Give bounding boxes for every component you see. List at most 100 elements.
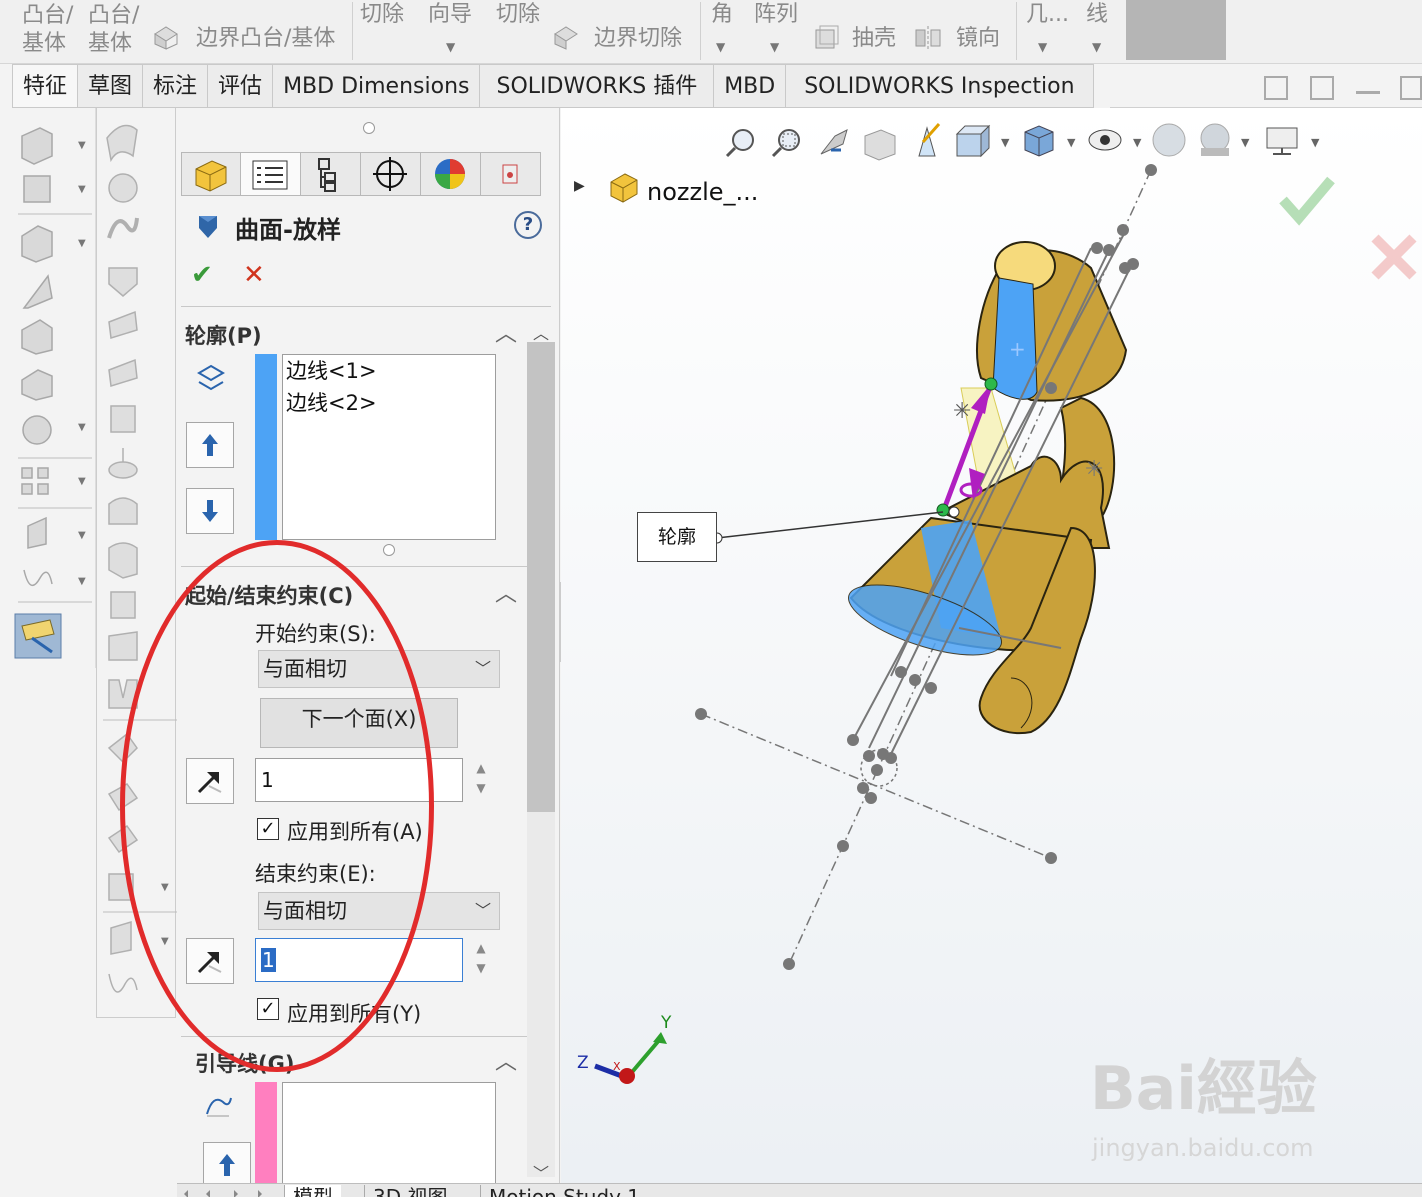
end-tangent-length-icon-button[interactable]: [186, 938, 234, 984]
restore-panel-icon[interactable]: [1264, 76, 1288, 100]
spin-down-icon[interactable]: ▼: [467, 778, 495, 798]
ribbon-pattern-button[interactable]: 阵列: [754, 2, 798, 28]
start-constraint-select[interactable]: 与面相切 ﹀: [258, 650, 500, 688]
ribbon-label: 阵列: [754, 2, 799, 27]
svg-text:▼: ▼: [161, 882, 169, 893]
profiles-list[interactable]: 边线<1> 边线<2>: [282, 354, 496, 540]
scrollbar-thumb[interactable]: [527, 342, 555, 812]
tab-solidworks-inspection[interactable]: SOLIDWORKS Inspection: [786, 64, 1094, 108]
hide-show-items-icon: [1088, 129, 1122, 151]
apply-all-start-label: 应用到所有(A): [287, 820, 423, 844]
tile-panel-icon[interactable]: [1310, 76, 1334, 100]
tree-expand-arrow-icon[interactable]: ▶: [574, 178, 585, 194]
next-face-button[interactable]: 下一个面(X): [260, 698, 458, 748]
help-icon[interactable]: ?: [514, 211, 542, 239]
ribbon-mirror-button[interactable]: 镜向: [956, 26, 1000, 52]
tab-markup[interactable]: 标注: [143, 64, 209, 108]
tab-motion-study[interactable]: Motion Study 1: [480, 1185, 648, 1197]
tab-mbd[interactable]: MBD: [714, 64, 787, 108]
guides-list[interactable]: [282, 1082, 496, 1192]
ribbon-fillet-button[interactable]: 角: [711, 2, 733, 28]
ribbon-reference-geometry-button[interactable]: 几...: [1026, 2, 1069, 28]
tab-3d-views[interactable]: 3D 视图: [364, 1185, 455, 1197]
start-tangent-length-input[interactable]: 1: [255, 758, 463, 802]
list-item[interactable]: 边线<2>: [283, 387, 495, 419]
scroll-up-icon[interactable]: ︿: [533, 320, 549, 344]
tab-label: 特征: [23, 74, 68, 99]
start-spinner[interactable]: ▲ ▼: [467, 758, 495, 802]
move-down-button[interactable]: [186, 488, 234, 534]
minimize-icon[interactable]: [1356, 76, 1380, 94]
ribbon-revolve-cut-button[interactable]: 切除: [496, 2, 540, 28]
end-spinner[interactable]: ▲ ▼: [467, 938, 495, 982]
tab-dimxpert-manager[interactable]: [361, 152, 421, 196]
plus-marker: +: [1009, 337, 1026, 361]
ribbon-cut-button[interactable]: 切除: [360, 2, 404, 28]
ribbon-shell-button[interactable]: 抽壳: [852, 26, 896, 52]
graphics-viewport[interactable]: ▼ ▼ ▼ ▼ ▼ ✳ ✳ + Y Z X ▶ nozzle_... 轮廓 Ba…: [561, 108, 1422, 1183]
cancel-button[interactable]: ✕: [243, 260, 265, 290]
apply-all-end-checkbox[interactable]: ✓: [257, 998, 279, 1020]
ribbon-extrude-boss-button[interactable]: 凸台/ 基体: [22, 2, 73, 58]
previous-view-icon: [820, 129, 848, 155]
tab-property-manager[interactable]: [241, 152, 301, 196]
ok-button[interactable]: ✔: [191, 260, 213, 290]
guide-move-up-button[interactable]: [203, 1142, 251, 1186]
tab-solidworks-addins[interactable]: SOLIDWORKS 插件: [480, 64, 715, 108]
ribbon-divider: [700, 2, 701, 60]
chevron-down-icon[interactable]: ▼: [1038, 40, 1047, 54]
end-tangent-length-input[interactable]: 1: [255, 938, 463, 982]
move-up-button[interactable]: [186, 422, 234, 468]
panel-grip-icon[interactable]: [363, 122, 375, 134]
collapse-chevron-icon[interactable]: ︿: [495, 316, 517, 348]
ribbon-curves-button[interactable]: 线: [1086, 2, 1108, 28]
ribbon-label: 切除: [360, 2, 405, 27]
svg-text:▼: ▼: [1133, 136, 1142, 149]
ribbon-boundary-boss-button[interactable]: 边界凸台/基体: [196, 26, 335, 52]
spin-up-icon[interactable]: ▲: [467, 758, 495, 778]
tab-sketch[interactable]: 草图: [78, 64, 144, 108]
property-manager-scrollbar[interactable]: ︿ ﹀: [527, 324, 555, 1183]
chevron-down-icon[interactable]: ▼: [1092, 40, 1101, 54]
profiles-section-header[interactable]: 轮廓(P): [185, 320, 262, 350]
collapse-chevron-icon[interactable]: ︿: [495, 576, 517, 608]
chevron-down-icon[interactable]: ▼: [446, 40, 455, 54]
tab-configuration-manager[interactable]: [301, 152, 361, 196]
page-title: 曲面-放样: [235, 216, 341, 244]
tab-display-manager[interactable]: [421, 152, 481, 196]
tab-evaluate[interactable]: 评估: [208, 64, 274, 108]
boundary-boss-icon: [152, 24, 180, 50]
list-resize-grip-icon[interactable]: [383, 544, 395, 556]
ribbon-hole-wizard-button[interactable]: 向导: [428, 2, 472, 28]
end-constraint-select[interactable]: 与面相切 ﹀: [258, 892, 500, 930]
start-tangent-length-icon-button[interactable]: [186, 758, 234, 804]
spin-up-icon[interactable]: ▲: [467, 938, 495, 958]
ribbon-boundary-cut-button[interactable]: 边界切除: [594, 26, 682, 52]
svg-text:Z: Z: [577, 1053, 589, 1073]
ribbon-revolve-boss-button[interactable]: 凸台/ 基体: [88, 2, 139, 58]
svg-text:▼: ▼: [1241, 136, 1250, 149]
model-scene: ▼ ▼ ▼ ▼ ▼ ✳ ✳ + Y Z X: [577, 123, 1417, 1084]
tab-cam-manager[interactable]: [481, 152, 541, 196]
tab-scroll-buttons[interactable]: [180, 1185, 276, 1197]
asterisk-marker: ✳: [1085, 457, 1103, 482]
restore-window-icon[interactable]: [1400, 76, 1422, 100]
constraints-section-header[interactable]: 起始/结束约束(C): [185, 580, 353, 610]
spin-down-icon[interactable]: ▼: [467, 958, 495, 978]
chevron-down-icon[interactable]: ▼: [770, 40, 779, 54]
chevron-down-icon[interactable]: ▼: [716, 40, 725, 54]
collapse-chevron-icon[interactable]: ︿: [495, 1044, 517, 1076]
list-item[interactable]: 边线<1>: [283, 355, 495, 387]
tab-label: 模型: [293, 1185, 333, 1197]
svg-text:▼: ▼: [78, 422, 86, 433]
tab-features[interactable]: 特征: [12, 64, 79, 108]
guides-section-header[interactable]: 引导线(G): [195, 1048, 294, 1078]
scroll-down-icon[interactable]: ﹀: [533, 1160, 549, 1184]
tab-label: 3D 视图: [373, 1185, 448, 1197]
tab-feature-manager[interactable]: [181, 152, 241, 196]
tab-mbd-dimensions[interactable]: MBD Dimensions: [273, 64, 481, 108]
tab-model[interactable]: 模型: [284, 1185, 341, 1197]
tree-node-part[interactable]: nozzle_...: [647, 178, 758, 206]
profile-callout[interactable]: 轮廓: [637, 512, 717, 562]
apply-all-start-checkbox[interactable]: ✓: [257, 818, 279, 840]
